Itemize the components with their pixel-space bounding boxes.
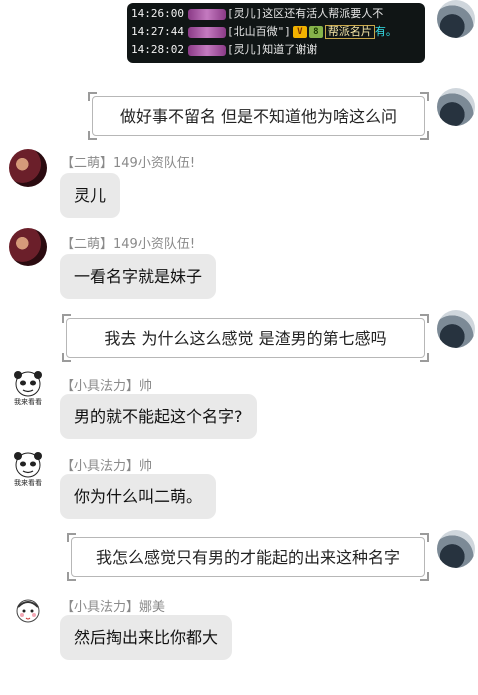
message-bubble[interactable]: 我怎么感觉只有男的才能起的出来这种名字 [67, 533, 429, 581]
sender-name: 【小具法力】帅 [61, 379, 153, 394]
redacted-name [187, 8, 226, 20]
message-bubble[interactable]: 男的就不能起这个名字? [60, 394, 257, 439]
avatar[interactable] [437, 88, 475, 126]
avatar[interactable] [9, 149, 47, 187]
avatar[interactable] [9, 593, 47, 631]
message-bubble[interactable]: 然后掏出来比你都大 [60, 615, 233, 660]
redacted-name [187, 26, 226, 38]
girl-meme-icon [16, 599, 40, 623]
log-line: 14:28:02 [灵儿]知道了谢谢 [131, 43, 318, 56]
level-badge: 8 [308, 26, 323, 38]
guild-card-tag: 帮派名片 [324, 25, 375, 39]
log-line: 14:26:00 [灵儿]这区还有活人帮派要人不 [131, 7, 384, 20]
avatar[interactable] [9, 228, 47, 266]
redacted-name [187, 44, 226, 56]
image-message[interactable]: 14:26:00 [灵儿]这区还有活人帮派要人不 14:27:44 [北山百微"] V… [127, 3, 425, 63]
message-bubble[interactable]: 一看名字就是妹子 [60, 254, 217, 299]
message-bubble[interactable]: 灵儿 [60, 173, 121, 218]
sender-name: 【小具法力】帅 [61, 459, 153, 474]
chat-view: 14:26:00 [灵儿]这区还有活人帮派要人不 14:27:44 [北山百微"] V… [0, 0, 478, 695]
avatar[interactable] [437, 530, 475, 568]
avatar[interactable]: 我来看看 [9, 369, 47, 407]
message-bubble[interactable]: 我去 为什么这么感觉 是渣男的第七感吗 [62, 314, 429, 362]
avatar[interactable] [437, 310, 475, 348]
message-bubble[interactable]: 你为什么叫二萌。 [60, 474, 217, 519]
sender-name: 【小具法力】娜美 [61, 600, 166, 615]
log-line: 14:27:44 [北山百微"] V 8 帮派名片 有。 [131, 25, 397, 39]
vip-badge: V [292, 26, 307, 38]
sender-name: 【二萌】149小资队伍! [61, 156, 196, 171]
avatar[interactable] [437, 0, 475, 38]
sender-name: 【二萌】149小资队伍! [61, 237, 196, 252]
message-bubble[interactable]: 做好事不留名 但是不知道他为啥这么问 [88, 92, 429, 140]
avatar[interactable]: 我来看看 [9, 450, 47, 488]
